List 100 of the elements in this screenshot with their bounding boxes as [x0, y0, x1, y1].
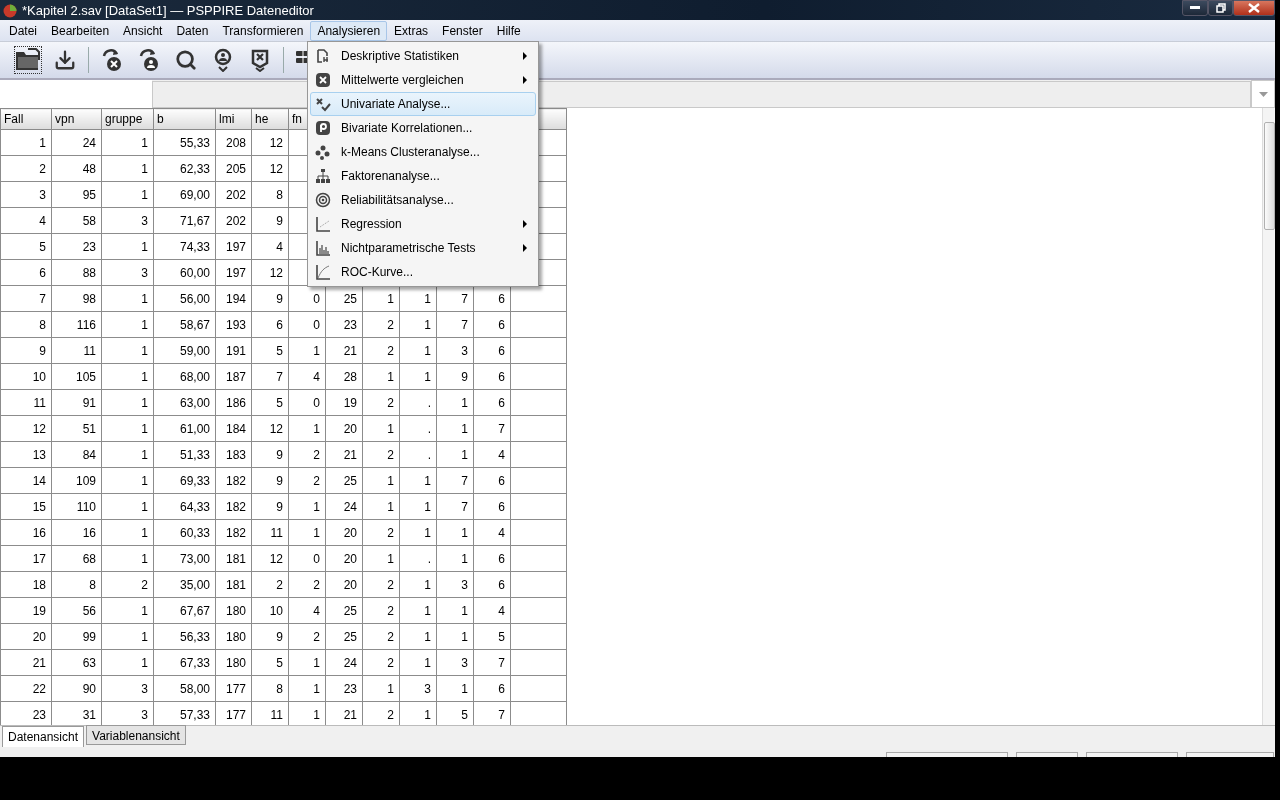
scrollbar-thumb[interactable] — [1263, 122, 1275, 230]
menu-item[interactable]: Extras — [387, 20, 436, 41]
table-cell: 2 — [101, 571, 154, 598]
table-cell: 24 — [325, 493, 363, 520]
table-cell: 2 — [362, 389, 400, 416]
menu-item[interactable]: Ansicht — [116, 20, 170, 41]
table-cell: 1 — [399, 519, 437, 546]
menu-option[interactable]: Deskriptive Statistiken — [310, 44, 536, 68]
table-cell: 109 — [51, 467, 102, 494]
table-cell: 1 — [399, 623, 437, 650]
table-cell: 6 — [473, 493, 511, 520]
menu-item[interactable]: Daten — [169, 20, 216, 41]
view-tab[interactable]: Datenansicht — [2, 726, 85, 747]
menu-option[interactable]: Regression — [310, 212, 536, 236]
menu-item[interactable]: Fenster — [435, 20, 490, 41]
dropdown-button[interactable] — [1251, 80, 1275, 108]
menu-item[interactable]: Transformieren — [215, 20, 311, 41]
row-number: 16 — [0, 519, 52, 546]
table-cell: 1 — [101, 623, 154, 650]
table-cell: 67,33 — [153, 649, 216, 676]
table-cell: 184 — [215, 415, 252, 442]
close-button[interactable] — [1233, 0, 1275, 16]
table-cell: 1 — [101, 311, 154, 338]
menu-option[interactable]: k-Means Clusteranalyse... — [310, 140, 536, 164]
table-cell: 56,00 — [153, 285, 216, 312]
table-cell: 19 — [325, 389, 363, 416]
menu-option[interactable]: Univariate Analyse... — [310, 92, 536, 116]
table-cell: 48 — [51, 155, 102, 182]
menu-option[interactable]: Faktorenanalyse... — [310, 164, 536, 188]
table-cell: 21 — [325, 337, 363, 364]
menu-option[interactable]: ROC-Kurve... — [310, 260, 536, 284]
table-cell: 4 — [473, 597, 511, 624]
row-number: 8 — [0, 311, 52, 338]
column-header[interactable]: vpn — [51, 108, 102, 130]
restore-button[interactable] — [1208, 0, 1233, 16]
search-icon — [175, 49, 197, 71]
menu-item[interactable]: Datei — [2, 20, 44, 41]
table-cell: 4 — [288, 597, 326, 624]
table-cell: 197 — [215, 259, 252, 286]
table-cell: 7 — [436, 493, 474, 520]
table-cell: 2 — [288, 441, 326, 468]
table-cell: 6 — [473, 311, 511, 338]
folder-icon — [15, 48, 41, 72]
menu-item[interactable]: Bearbeiten — [44, 20, 117, 41]
menu-option[interactable]: Bivariate Korrelationen... — [310, 116, 536, 140]
table-cell: 6 — [473, 571, 511, 598]
menu-option[interactable]: Mittelwerte vergleichen — [310, 68, 536, 92]
table-cell: 1 — [399, 363, 437, 390]
column-header[interactable]: b — [153, 108, 216, 130]
table-cell: 6 — [473, 363, 511, 390]
table-cell: 191 — [215, 337, 252, 364]
table-cell: 68,00 — [153, 363, 216, 390]
vertical-scrollbar[interactable] — [1262, 108, 1275, 725]
table-cell: 11 — [251, 519, 289, 546]
table-cell: 7 — [251, 363, 289, 390]
open-file-button[interactable] — [14, 46, 42, 74]
column-header[interactable]: Fall — [0, 108, 52, 130]
arrow-cross-icon — [100, 48, 124, 72]
table-cell: 68 — [51, 545, 102, 572]
table-cell: 187 — [215, 363, 252, 390]
table-cell: 202 — [215, 207, 252, 234]
menu-option[interactable]: Nichtparametrische Tests — [310, 236, 536, 260]
table-cell: 5 — [251, 389, 289, 416]
table-cell: 2 — [362, 441, 400, 468]
table-cell: 1 — [101, 545, 154, 572]
table-cell: 60,00 — [153, 259, 216, 286]
table-cell: 10 — [251, 597, 289, 624]
table-cell: 1 — [101, 337, 154, 364]
table-cell: 1 — [101, 285, 154, 312]
table-cell: 16 — [51, 519, 102, 546]
column-header[interactable]: gruppe — [101, 108, 154, 130]
table-cell: 60,33 — [153, 519, 216, 546]
menu-item[interactable]: Hilfe — [489, 20, 528, 41]
close-icon — [1248, 3, 1260, 13]
table-cell: 21 — [325, 441, 363, 468]
case-field[interactable] — [0, 80, 152, 108]
table-cell: 20 — [325, 571, 363, 598]
table-cell: 2 — [288, 467, 326, 494]
table-cell: 2 — [362, 519, 400, 546]
table-cell: 182 — [215, 493, 252, 520]
view-tab[interactable]: Variablenansicht — [86, 725, 186, 745]
column-header[interactable]: he — [251, 108, 289, 130]
table-cell: 51 — [51, 415, 102, 442]
table-cell: 12 — [251, 415, 289, 442]
table-cell: 1 — [399, 467, 437, 494]
menu-option[interactable]: Reliabilitätsanalyse... — [310, 188, 536, 212]
table-cell: 9 — [251, 493, 289, 520]
table-cell: 1 — [362, 493, 400, 520]
row-number: 2 — [0, 155, 52, 182]
minimize-button[interactable] — [1182, 0, 1208, 16]
row-number: 6 — [0, 259, 52, 286]
table-cell: 69,00 — [153, 181, 216, 208]
scatter-plot-icon — [315, 216, 331, 232]
column-header[interactable]: lmi — [215, 108, 252, 130]
menu-option-label: Faktorenanalyse... — [341, 169, 441, 183]
menu-option-label: k-Means Clusteranalyse... — [341, 145, 481, 159]
menu-item[interactable]: Analysieren — [310, 20, 388, 41]
table-cell: 4 — [473, 441, 511, 468]
restore-icon — [1215, 3, 1226, 13]
table-cell: 1 — [288, 415, 326, 442]
